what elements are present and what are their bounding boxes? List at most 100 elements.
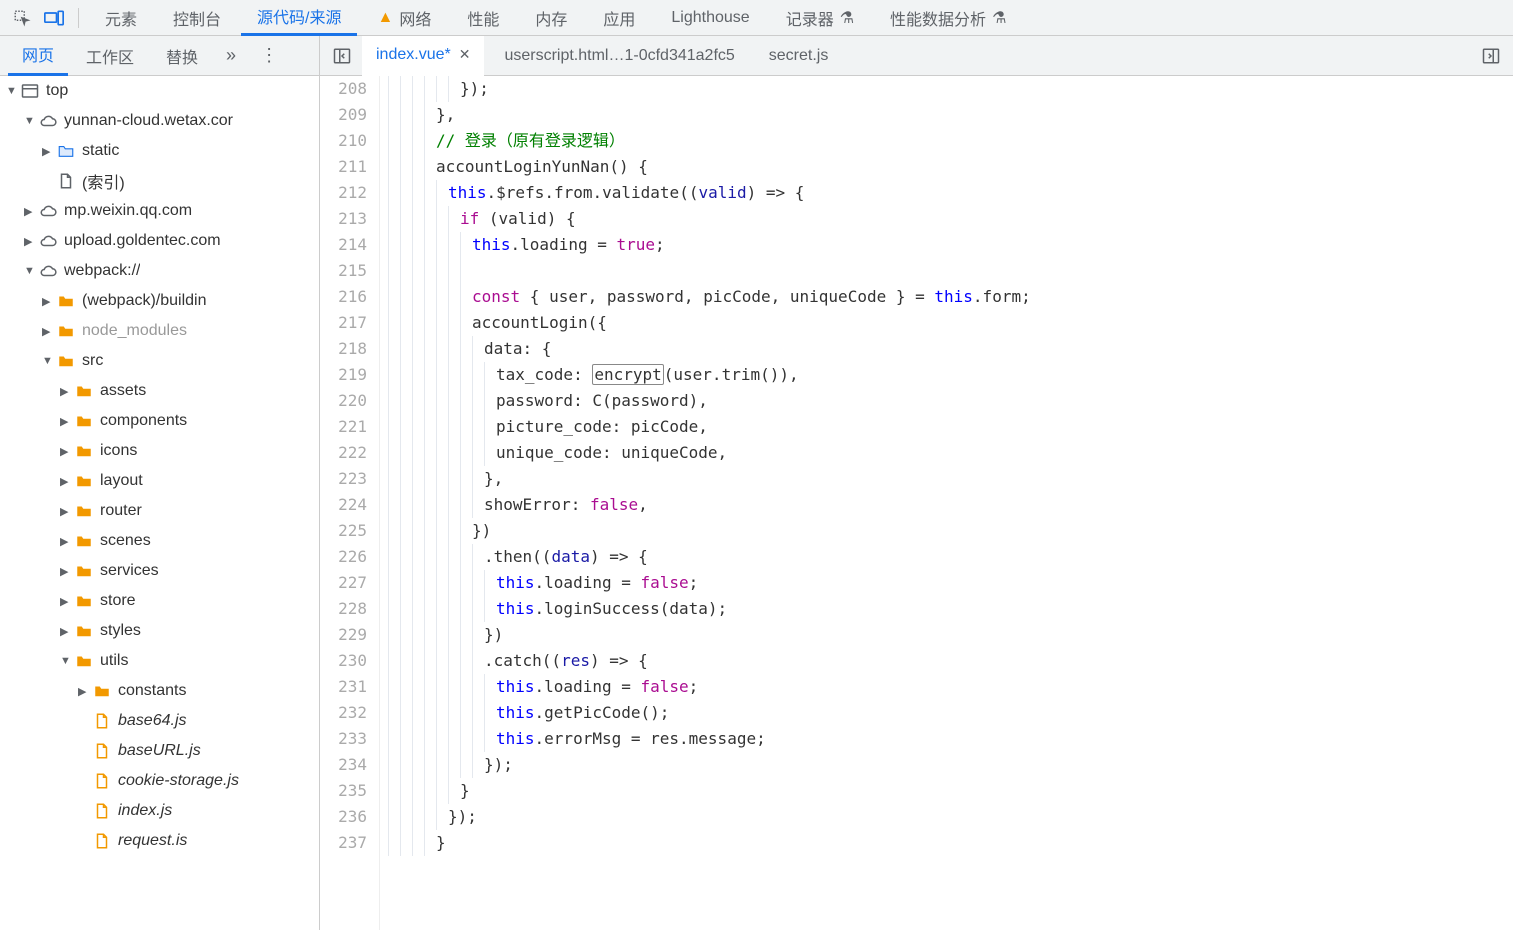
code-line[interactable]: data: { bbox=[388, 336, 1513, 362]
tree-item[interactable]: ▶assets bbox=[0, 376, 319, 406]
navigator-tab-page[interactable]: 网页 bbox=[8, 36, 68, 76]
line-number[interactable]: 233 bbox=[320, 726, 367, 752]
inspect-icon[interactable] bbox=[8, 4, 36, 32]
line-number[interactable]: 221 bbox=[320, 414, 367, 440]
tree-arrow-icon[interactable]: ▶ bbox=[42, 325, 56, 338]
line-number[interactable]: 211 bbox=[320, 154, 367, 180]
code-line[interactable]: } bbox=[388, 830, 1513, 856]
tree-arrow-icon[interactable]: ▶ bbox=[60, 625, 74, 638]
device-toggle-icon[interactable] bbox=[40, 4, 68, 32]
line-number[interactable]: 213 bbox=[320, 206, 367, 232]
line-number[interactable]: 220 bbox=[320, 388, 367, 414]
code-line[interactable]: accountLogin({ bbox=[388, 310, 1513, 336]
tree-item[interactable]: ▶upload.goldentec.com bbox=[0, 226, 319, 256]
tree-item[interactable]: ▼top bbox=[0, 76, 319, 106]
line-number[interactable]: 232 bbox=[320, 700, 367, 726]
line-number[interactable]: 227 bbox=[320, 570, 367, 596]
tree-item[interactable]: ▶scenes bbox=[0, 526, 319, 556]
code-area[interactable]: });},// 登录（原有登录逻辑）accountLoginYunNan() {… bbox=[380, 76, 1513, 930]
tree-arrow-icon[interactable]: ▶ bbox=[60, 475, 74, 488]
code-line[interactable]: this.loading = false; bbox=[388, 570, 1513, 596]
close-icon[interactable]: ✕ bbox=[459, 46, 471, 63]
line-number[interactable]: 226 bbox=[320, 544, 367, 570]
code-line[interactable]: }, bbox=[388, 466, 1513, 492]
code-editor[interactable]: 2082092102112122132142152162172182192202… bbox=[320, 76, 1513, 930]
tree-arrow-icon[interactable]: ▼ bbox=[24, 115, 38, 127]
tree-arrow-icon[interactable]: ▼ bbox=[42, 355, 56, 367]
tree-item[interactable]: baseURL.js bbox=[0, 736, 319, 766]
tree-arrow-icon[interactable]: ▶ bbox=[60, 595, 74, 608]
code-line[interactable]: tax_code: encrypt(user.trim()), bbox=[388, 362, 1513, 388]
file-tree[interactable]: ▼top▼yunnan-cloud.wetax.cor▶static(索引)▶m… bbox=[0, 76, 320, 930]
line-number[interactable]: 215 bbox=[320, 258, 367, 284]
tab-performance[interactable]: 性能 bbox=[451, 0, 515, 36]
code-line[interactable]: } bbox=[388, 778, 1513, 804]
tree-arrow-icon[interactable]: ▶ bbox=[60, 445, 74, 458]
code-line[interactable]: password: C(password), bbox=[388, 388, 1513, 414]
tree-arrow-icon[interactable]: ▶ bbox=[78, 685, 92, 698]
code-line[interactable]: this.loginSuccess(data); bbox=[388, 596, 1513, 622]
code-line[interactable]: }); bbox=[388, 76, 1513, 102]
line-number[interactable]: 230 bbox=[320, 648, 367, 674]
line-number[interactable]: 225 bbox=[320, 518, 367, 544]
tree-arrow-icon[interactable]: ▶ bbox=[42, 295, 56, 308]
tree-arrow-icon[interactable]: ▶ bbox=[60, 565, 74, 578]
code-line[interactable]: .then((data) => { bbox=[388, 544, 1513, 570]
code-line[interactable]: }); bbox=[388, 752, 1513, 778]
line-number[interactable]: 236 bbox=[320, 804, 367, 830]
line-number[interactable]: 229 bbox=[320, 622, 367, 648]
tree-arrow-icon[interactable]: ▶ bbox=[60, 385, 74, 398]
tree-arrow-icon[interactable]: ▶ bbox=[42, 145, 56, 158]
tree-arrow-icon[interactable]: ▶ bbox=[24, 205, 38, 218]
line-number[interactable]: 216 bbox=[320, 284, 367, 310]
code-line[interactable]: this.loading = false; bbox=[388, 674, 1513, 700]
tree-item[interactable]: request.is bbox=[0, 826, 319, 856]
line-number[interactable]: 219 bbox=[320, 362, 367, 388]
line-number[interactable]: 224 bbox=[320, 492, 367, 518]
code-line[interactable]: }) bbox=[388, 622, 1513, 648]
tab-perf-insights[interactable]: 性能数据分析 ⚗ bbox=[874, 0, 1022, 36]
tree-item[interactable]: ▶styles bbox=[0, 616, 319, 646]
code-line[interactable]: showError: false, bbox=[388, 492, 1513, 518]
toggle-debugger-icon[interactable] bbox=[1477, 42, 1505, 70]
line-number[interactable]: 218 bbox=[320, 336, 367, 362]
code-line[interactable]: const { user, password, picCode, uniqueC… bbox=[388, 284, 1513, 310]
tree-item[interactable]: ▼src bbox=[0, 346, 319, 376]
tab-memory[interactable]: 内存 bbox=[519, 0, 583, 36]
tree-item[interactable]: ▶mp.weixin.qq.com bbox=[0, 196, 319, 226]
tree-arrow-icon[interactable]: ▶ bbox=[60, 415, 74, 428]
tab-recorder[interactable]: 记录器 ⚗ bbox=[770, 0, 870, 36]
navigator-tab-menu[interactable]: ⋮ bbox=[250, 45, 288, 66]
line-number[interactable]: 223 bbox=[320, 466, 367, 492]
tree-arrow-icon[interactable]: ▶ bbox=[60, 505, 74, 518]
tab-application[interactable]: 应用 bbox=[587, 0, 651, 36]
code-line[interactable]: this.$refs.from.validate((valid) => { bbox=[388, 180, 1513, 206]
toggle-navigator-icon[interactable] bbox=[328, 42, 356, 70]
tree-item[interactable]: ▶layout bbox=[0, 466, 319, 496]
code-line[interactable]: unique_code: uniqueCode, bbox=[388, 440, 1513, 466]
tree-arrow-icon[interactable]: ▼ bbox=[6, 85, 20, 97]
file-tab-index-vue[interactable]: index.vue* ✕ bbox=[362, 36, 484, 76]
tree-item[interactable]: ▶(webpack)/buildin bbox=[0, 286, 319, 316]
navigator-tab-replace[interactable]: 替换 bbox=[152, 36, 212, 76]
line-number[interactable]: 234 bbox=[320, 752, 367, 778]
code-line[interactable]: this.errorMsg = res.message; bbox=[388, 726, 1513, 752]
tab-elements[interactable]: 元素 bbox=[89, 0, 153, 36]
tree-item[interactable]: ▶constants bbox=[0, 676, 319, 706]
code-line[interactable]: if (valid) { bbox=[388, 206, 1513, 232]
code-line[interactable]: .catch((res) => { bbox=[388, 648, 1513, 674]
tree-item[interactable]: ▶store bbox=[0, 586, 319, 616]
tree-item[interactable]: cookie-storage.js bbox=[0, 766, 319, 796]
line-number[interactable]: 210 bbox=[320, 128, 367, 154]
line-number[interactable]: 208 bbox=[320, 76, 367, 102]
navigator-tab-more[interactable]: » bbox=[216, 45, 246, 66]
code-line[interactable]: this.getPicCode(); bbox=[388, 700, 1513, 726]
code-line[interactable]: this.loading = true; bbox=[388, 232, 1513, 258]
code-line[interactable]: }, bbox=[388, 102, 1513, 128]
tree-item[interactable]: ▶components bbox=[0, 406, 319, 436]
code-line[interactable] bbox=[388, 258, 1513, 284]
tree-item[interactable]: ▼webpack:// bbox=[0, 256, 319, 286]
tree-item[interactable]: ▶node_modules bbox=[0, 316, 319, 346]
tab-lighthouse[interactable]: Lighthouse bbox=[655, 0, 765, 36]
line-number[interactable]: 231 bbox=[320, 674, 367, 700]
